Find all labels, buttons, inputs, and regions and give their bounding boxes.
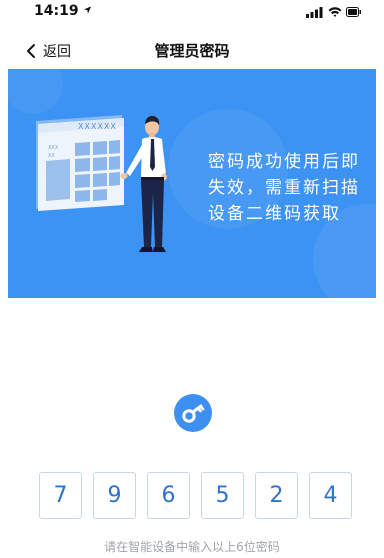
banner-line-2: 失效，需重新扫描 — [208, 178, 360, 198]
password-digit-5: 2 — [255, 472, 298, 519]
board-label-2: XX — [48, 153, 55, 159]
back-button[interactable]: 返回 — [24, 33, 71, 69]
location-arrow-icon — [84, 6, 92, 14]
board-text: XXXXXX — [78, 122, 117, 131]
battery-icon — [346, 7, 361, 17]
signal-icon — [306, 7, 323, 18]
password-digit-3: 6 — [147, 472, 190, 519]
status-time: 14:19 — [34, 3, 92, 19]
key-badge — [174, 394, 212, 432]
password-digit-2: 9 — [93, 472, 136, 519]
password-digit-1: 7 — [39, 472, 82, 519]
info-banner: XXXXXX XXX XX 密码成功使用后即 失效，需重新扫描 设备二维码获取 — [8, 69, 376, 298]
status-icons — [306, 7, 361, 18]
banner-line-1: 密码成功使用后即 — [208, 152, 360, 172]
hint-text: 请在智能设备中输入以上6位密码 — [104, 540, 280, 554]
password-digit-6: 4 — [309, 472, 352, 519]
chevron-left-icon — [27, 44, 35, 58]
key-icon — [182, 404, 205, 423]
password-digit-4: 5 — [201, 472, 244, 519]
back-label: 返回 — [43, 44, 71, 60]
wifi-icon — [328, 7, 342, 17]
password-digits: 7 9 6 5 2 4 — [39, 472, 352, 520]
status-bar: 14:19 — [0, 0, 384, 26]
banner-message: 密码成功使用后即 失效，需重新扫描 设备二维码获取 — [208, 149, 368, 227]
nav-bar: 管理员密码 返回 — [0, 33, 384, 69]
board-label-1: XXX — [48, 145, 59, 151]
banner-line-3: 设备二维码获取 — [208, 204, 341, 224]
